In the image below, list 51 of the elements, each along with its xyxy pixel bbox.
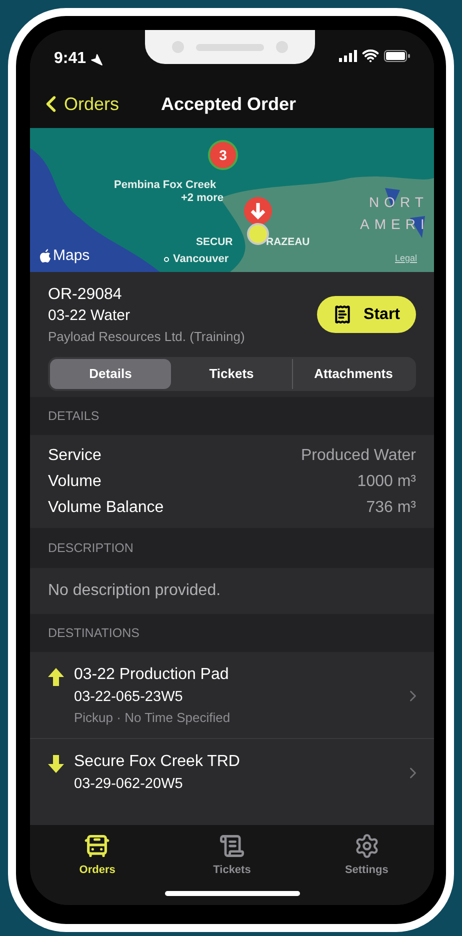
status-time: 9:41	[54, 49, 86, 69]
segment-tab[interactable]: Attachments	[292, 359, 414, 389]
back-button[interactable]: Orders	[38, 90, 120, 118]
ticket-icon	[218, 833, 245, 859]
order-name: 03-22 Water	[48, 306, 131, 326]
battery-icon	[384, 50, 410, 62]
map-cluster-pin[interactable]: 3	[208, 140, 238, 170]
map-city-label: Vancouver	[164, 251, 229, 268]
map[interactable]: 3 Pembina Fox Creek +2 more SECUR RAZEAU Vancouver NORT AMERI Maps Legal	[30, 128, 434, 272]
detail-value: Produced Water	[300, 446, 416, 466]
detail-value: 1000 m³	[357, 472, 416, 492]
section-header: DESCRIPTION	[48, 540, 134, 557]
nav-title: Accepted Order	[161, 92, 296, 116]
detail-label: Volume	[48, 472, 102, 492]
detail-value: 736 m³	[366, 498, 416, 518]
apple-logo-icon	[40, 249, 52, 264]
map-place-label: SECUR	[196, 235, 233, 250]
tab-bar-item[interactable]: Orders	[52, 833, 142, 878]
map-pin-label: +2 more	[181, 191, 224, 206]
start-button[interactable]: Start	[316, 296, 416, 333]
segment-tab[interactable]: Details	[50, 359, 171, 389]
receipt-icon	[332, 305, 352, 324]
company-name: Payload Resources Ltd. (Training)	[48, 328, 245, 346]
segment-tab[interactable]: Tickets	[171, 359, 292, 389]
section-header: DESTINATIONS	[48, 624, 140, 642]
detail-label: Volume Balance	[48, 498, 164, 518]
tab-bar-item[interactable]: Settings	[322, 833, 412, 878]
description-text: No description provided.	[48, 581, 221, 601]
destination-row[interactable]: Secure Fox Creek TRD 03-29-062-20W5	[30, 738, 434, 805]
settings-icon	[354, 833, 380, 859]
wifi-icon	[362, 47, 379, 64]
truck-icon	[84, 833, 110, 859]
destination-name: 03-22 Production Pad	[74, 665, 230, 685]
destination-location: 03-29-062-20W5	[74, 775, 184, 794]
detail-label: Service	[48, 446, 102, 466]
section-header: DETAILS	[48, 408, 100, 425]
arrow-up-icon	[48, 668, 64, 686]
location-arrow-icon	[90, 52, 104, 66]
map-pin-label: Pembina Fox Creek	[114, 178, 216, 193]
destination-location: 03-22-065-23W5	[74, 688, 184, 707]
destination-note: Pickup · No Time Specified	[74, 709, 232, 727]
map-place-label: RAZEAU	[266, 235, 310, 250]
destination-row[interactable]: 03-22 Production Pad 03-22-065-23W5 Pickup · No Time Specified	[30, 652, 434, 738]
map-region-label: NORT	[369, 193, 428, 212]
signal-icon	[339, 50, 357, 62]
map-region-label: AMERI	[360, 215, 430, 234]
order-number: OR-29084	[48, 285, 123, 305]
destination-name: Secure Fox Creek TRD	[74, 752, 241, 772]
maps-logo: Maps	[40, 245, 90, 268]
arrow-down-icon	[48, 755, 64, 773]
tab-bar-item[interactable]: Tickets	[186, 833, 277, 878]
